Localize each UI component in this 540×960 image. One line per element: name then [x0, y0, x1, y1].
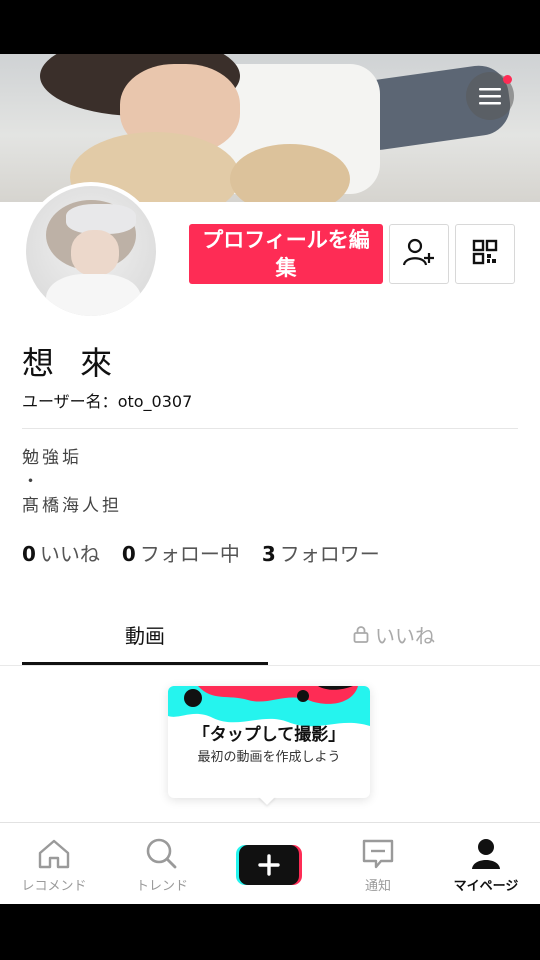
tab-videos[interactable]: 動画: [22, 614, 268, 654]
nav-label: トレンド: [135, 879, 188, 894]
lock-icon: [353, 625, 369, 643]
search-icon: [144, 837, 180, 873]
bio-line: 髙橋海人担: [22, 496, 122, 516]
qr-code-icon: [472, 239, 498, 269]
likes-stat[interactable]: 0 いいね: [22, 538, 100, 567]
nav-notifications[interactable]: 通知: [324, 823, 432, 904]
avatar[interactable]: [22, 182, 160, 320]
add-user-icon: [402, 237, 436, 271]
nav-label: マイページ: [453, 879, 519, 894]
username-row: ユーザー名：oto_0307: [22, 388, 192, 412]
bio-line: 勉強垢: [22, 448, 82, 468]
profile-stats: 0 いいね 0 フォロー中 3 フォロワー: [22, 538, 380, 567]
tap-to-record-card[interactable]: 「タップして撮影」 最初の動画を作成しよう: [168, 686, 370, 798]
username-label: ユーザー名：: [22, 392, 118, 411]
tab-likes[interactable]: いいね: [270, 614, 518, 654]
tap-card-subtitle: 最初の動画を作成しよう: [197, 750, 341, 765]
notification-dot: [503, 75, 512, 84]
message-icon: [360, 837, 396, 873]
profile-icon: [468, 837, 504, 873]
nav-label: レコメンド: [21, 879, 87, 894]
tab-likes-label: いいね: [375, 623, 435, 648]
nav-label: 通知: [364, 879, 391, 894]
content-tabs: 動画 いいね: [0, 614, 540, 665]
nav-create[interactable]: [216, 823, 324, 904]
divider: [22, 428, 518, 429]
hamburger-menu-icon[interactable]: [466, 72, 514, 120]
display-name: 想 來: [22, 344, 121, 382]
profile-screen: プロフィールを編集 想 來 ユーザー名：oto_0307 勉強垢 ・ 髙橋海人担…: [0, 54, 540, 904]
edit-profile-button[interactable]: プロフィールを編集: [189, 224, 383, 284]
divider: [0, 665, 540, 666]
followers-stat[interactable]: 3 フォロワー: [262, 538, 380, 567]
username: oto_0307: [117, 392, 193, 411]
tap-card-pointer: [258, 796, 276, 805]
qr-code-button[interactable]: [455, 224, 515, 284]
bottom-navigation: レコメンド トレンド 通知 マイページ: [0, 822, 540, 904]
add-friend-button[interactable]: [389, 224, 449, 284]
tap-card-title: 「タップして撮影」: [192, 725, 346, 745]
following-stat[interactable]: 0 フォロー中: [122, 538, 240, 567]
nav-trend[interactable]: トレンド: [108, 823, 216, 904]
bio-line: ・: [22, 472, 42, 492]
bio: 勉強垢 ・ 髙橋海人担: [22, 446, 122, 518]
profile-cover-image: [0, 54, 540, 202]
nav-mypage[interactable]: マイページ: [432, 823, 540, 904]
home-icon: [36, 837, 72, 873]
nav-recommend[interactable]: レコメンド: [0, 823, 108, 904]
